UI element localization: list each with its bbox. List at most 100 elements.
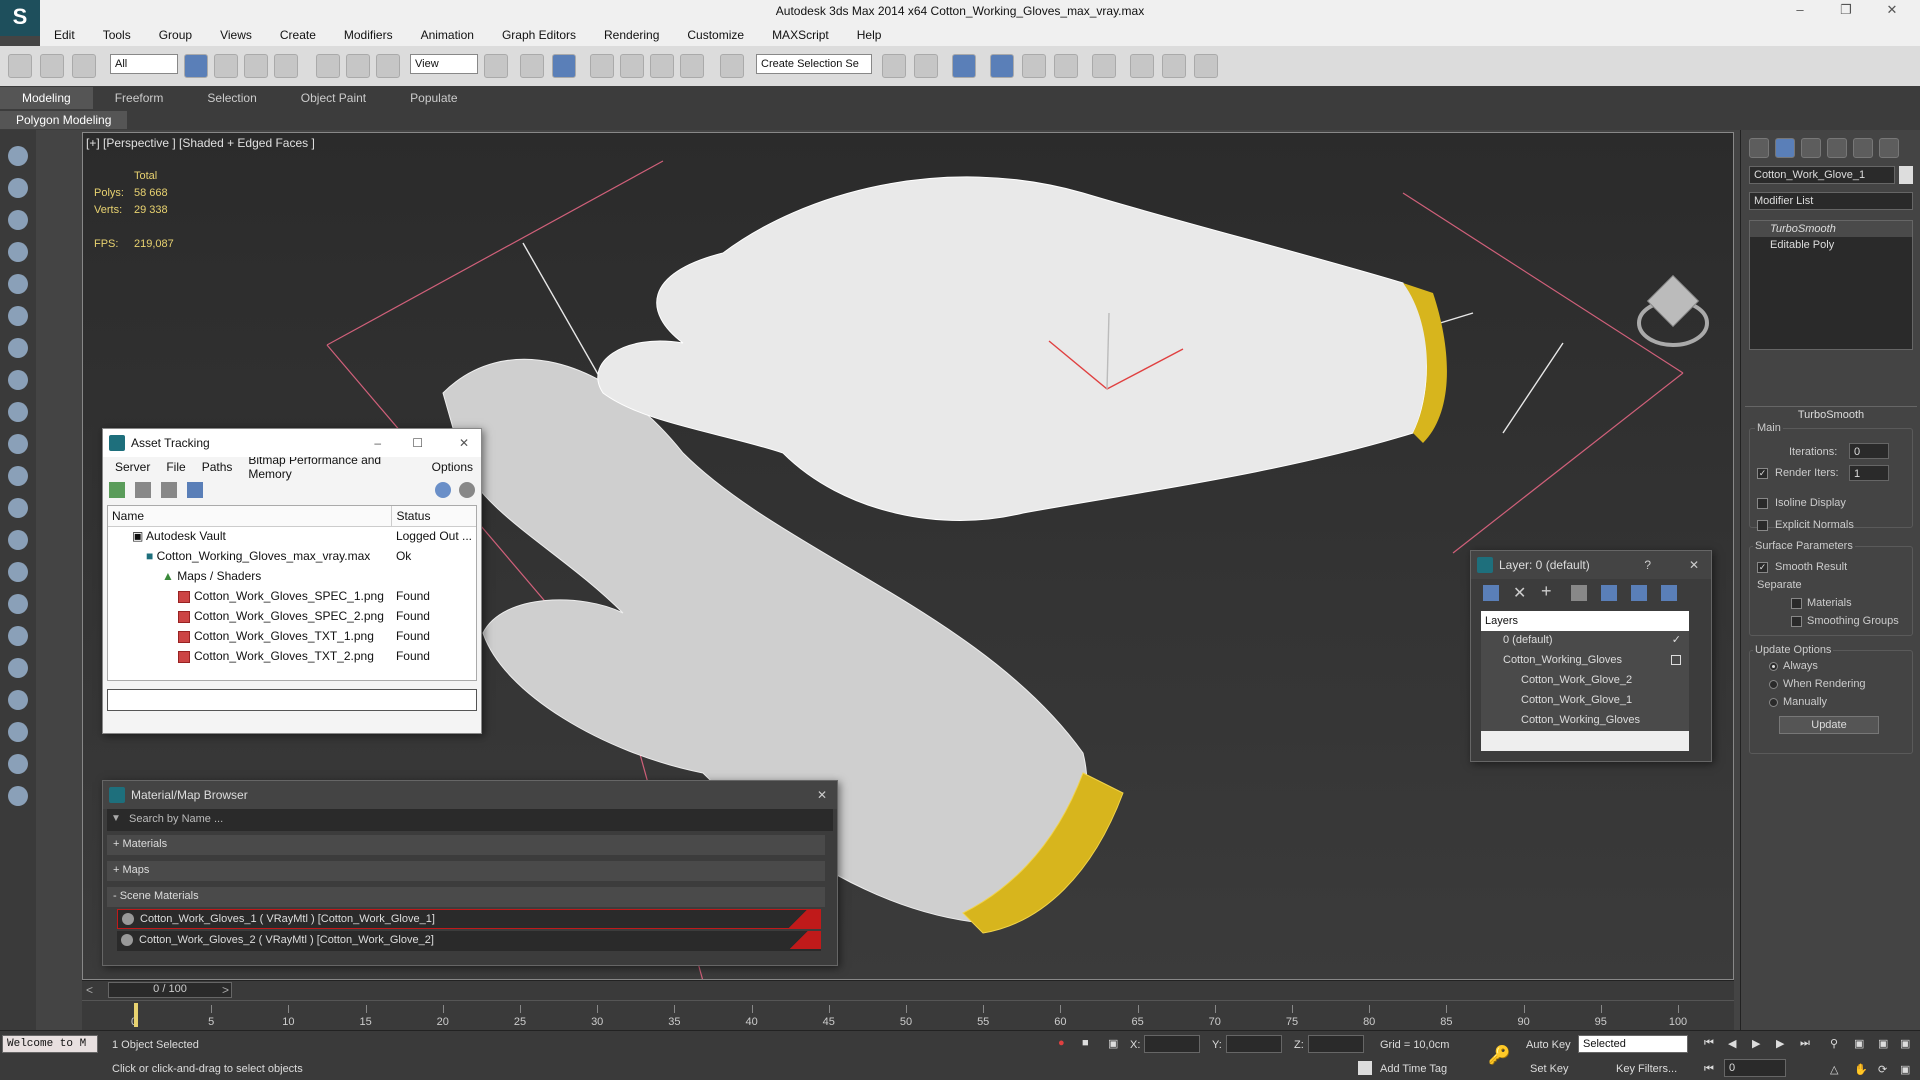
- rotate-icon[interactable]: [346, 54, 370, 78]
- menu-create[interactable]: Create: [266, 28, 330, 42]
- app-logo-icon[interactable]: S: [0, 0, 40, 36]
- edit-named-selection-icon[interactable]: [720, 54, 744, 78]
- go-to-end-icon[interactable]: ⏭: [1800, 1037, 1810, 1050]
- next-frame-icon[interactable]: ▶: [1776, 1037, 1784, 1050]
- cameras-icon[interactable]: [8, 274, 28, 294]
- material-editor-icon[interactable]: [1092, 54, 1116, 78]
- list-view-icon[interactable]: [135, 482, 151, 498]
- torus-icon[interactable]: [8, 466, 28, 486]
- pan-icon[interactable]: ✋: [1854, 1063, 1868, 1076]
- settings-icon[interactable]: [8, 722, 28, 742]
- update-when-rendering-radio[interactable]: [1769, 680, 1778, 689]
- play-icon[interactable]: ▶: [1752, 1037, 1760, 1050]
- minimize-icon[interactable]: –: [1780, 2, 1820, 22]
- help-icon[interactable]: ?: [1644, 558, 1651, 572]
- tab-modeling[interactable]: Modeling: [0, 87, 93, 109]
- render-production-icon[interactable]: [1194, 54, 1218, 78]
- mirror-icon[interactable]: [882, 54, 906, 78]
- update-manually-radio[interactable]: [1769, 698, 1778, 707]
- material-search-input[interactable]: Search by Name ...: [129, 813, 223, 825]
- close-icon[interactable]: ✕: [1872, 2, 1912, 22]
- chevron-down-icon[interactable]: ▼: [111, 813, 121, 824]
- plant-icon[interactable]: [8, 626, 28, 646]
- close-icon[interactable]: ✕: [459, 436, 469, 450]
- maximize-viewport-icon[interactable]: ▣: [1900, 1063, 1910, 1076]
- turbosmooth-rollout-title[interactable]: TurboSmooth: [1745, 406, 1917, 422]
- select-layer-icon[interactable]: [1571, 585, 1587, 601]
- layer-manager-icon[interactable]: [952, 54, 976, 78]
- iterations-spinner[interactable]: 0: [1849, 443, 1889, 459]
- bind-space-warp-icon[interactable]: [72, 54, 96, 78]
- table-row[interactable]: Cotton_Work_Gloves_SPEC_2.png Found: [108, 606, 476, 626]
- section-scene-materials[interactable]: - Scene Materials: [107, 887, 825, 907]
- unlink-icon[interactable]: [40, 54, 64, 78]
- auto-key-button[interactable]: Auto Key: [1526, 1039, 1571, 1051]
- tab-object-paint[interactable]: Object Paint: [279, 91, 388, 105]
- helpers-icon[interactable]: [8, 530, 28, 550]
- sun-icon[interactable]: [8, 434, 28, 454]
- checkmark-icon[interactable]: ✓: [1672, 633, 1681, 646]
- rectangular-selection-icon[interactable]: [244, 54, 268, 78]
- render-iters-checkbox[interactable]: ✓: [1757, 468, 1768, 479]
- set-key-button[interactable]: Set Key: [1530, 1063, 1569, 1075]
- menu-rendering[interactable]: Rendering: [590, 28, 673, 42]
- character-icon[interactable]: [8, 658, 28, 678]
- select-by-name-icon[interactable]: [214, 54, 238, 78]
- current-frame-field[interactable]: 0: [1724, 1059, 1786, 1077]
- menu-edit[interactable]: Edit: [40, 28, 89, 42]
- maxscript-listener-field[interactable]: Welcome to M: [2, 1035, 98, 1053]
- selection-filter-dropdown[interactable]: All: [110, 54, 178, 74]
- move-icon[interactable]: [316, 54, 340, 78]
- tab-populate[interactable]: Populate: [388, 91, 479, 105]
- modifier-turbosmooth[interactable]: TurboSmooth: [1750, 221, 1912, 237]
- layer-title-bar[interactable]: Layer: 0 (default) ? ✕: [1471, 551, 1711, 579]
- update-button[interactable]: Update: [1779, 716, 1879, 734]
- percent-snap-icon[interactable]: [650, 54, 674, 78]
- render-setup-icon[interactable]: [1130, 54, 1154, 78]
- zoom-extents-icon[interactable]: ▣: [1878, 1037, 1888, 1050]
- table-view-icon[interactable]: [187, 482, 203, 498]
- menu-graph-editors[interactable]: Graph Editors: [488, 28, 590, 42]
- settings-icon[interactable]: [459, 482, 475, 498]
- help-icon[interactable]: [435, 482, 451, 498]
- scene-explorer-icon[interactable]: [8, 178, 28, 198]
- curve-editor-icon[interactable]: [1022, 54, 1046, 78]
- render-iters-spinner[interactable]: 1: [1849, 465, 1889, 481]
- show-end-result-icon[interactable]: [1775, 356, 1795, 376]
- link-icon[interactable]: [8, 54, 32, 78]
- align-icon[interactable]: [914, 54, 938, 78]
- table-row[interactable]: Cotton_Work_Gloves_TXT_1.png Found: [108, 626, 476, 646]
- menu-options[interactable]: Options: [424, 460, 481, 474]
- particles-icon[interactable]: [8, 498, 28, 518]
- minimize-icon[interactable]: –: [374, 436, 381, 450]
- scale-icon[interactable]: [376, 54, 400, 78]
- close-icon[interactable]: ✕: [1689, 558, 1699, 572]
- refresh-icon[interactable]: [109, 482, 125, 498]
- cylinder-icon[interactable]: [8, 338, 28, 358]
- motion-panel-icon[interactable]: [1827, 138, 1847, 158]
- column-header-status[interactable]: Status: [392, 506, 476, 526]
- menu-server[interactable]: Server: [107, 460, 158, 474]
- select-manipulate-icon[interactable]: [520, 54, 544, 78]
- globe-icon[interactable]: [8, 594, 28, 614]
- track-bar[interactable]: 0510152025303540455055606570758085909510…: [82, 1000, 1734, 1030]
- pivot-center-icon[interactable]: [484, 54, 508, 78]
- table-row[interactable]: ▣ Autodesk Vault Logged Out ...: [108, 526, 476, 546]
- column-header-name[interactable]: Name: [108, 506, 393, 526]
- orbit-icon[interactable]: ⟳: [1878, 1063, 1887, 1076]
- graphite-toolset-icon[interactable]: [990, 54, 1014, 78]
- cone-icon[interactable]: [8, 402, 28, 422]
- remove-modifier-icon[interactable]: [1827, 356, 1847, 376]
- list-item[interactable]: Cotton_Work_Gloves_1 ( VRayMtl ) [Cotton…: [117, 909, 821, 929]
- table-row[interactable]: ▲ Maps / Shaders: [108, 566, 476, 586]
- utilities-panel-icon[interactable]: [1879, 138, 1899, 158]
- current-layer-box-icon[interactable]: [1671, 655, 1681, 665]
- asset-path-field[interactable]: [107, 689, 477, 711]
- menu-tools[interactable]: Tools: [89, 28, 145, 42]
- section-materials[interactable]: + Materials: [107, 835, 825, 855]
- reference-coordinate-dropdown[interactable]: View: [410, 54, 478, 74]
- add-time-tag-text[interactable]: Add Time Tag: [1380, 1063, 1447, 1075]
- chevron-right-icon[interactable]: >: [222, 983, 229, 997]
- tools-icon[interactable]: [8, 786, 28, 806]
- zoom-all-icon[interactable]: ▣: [1854, 1037, 1864, 1050]
